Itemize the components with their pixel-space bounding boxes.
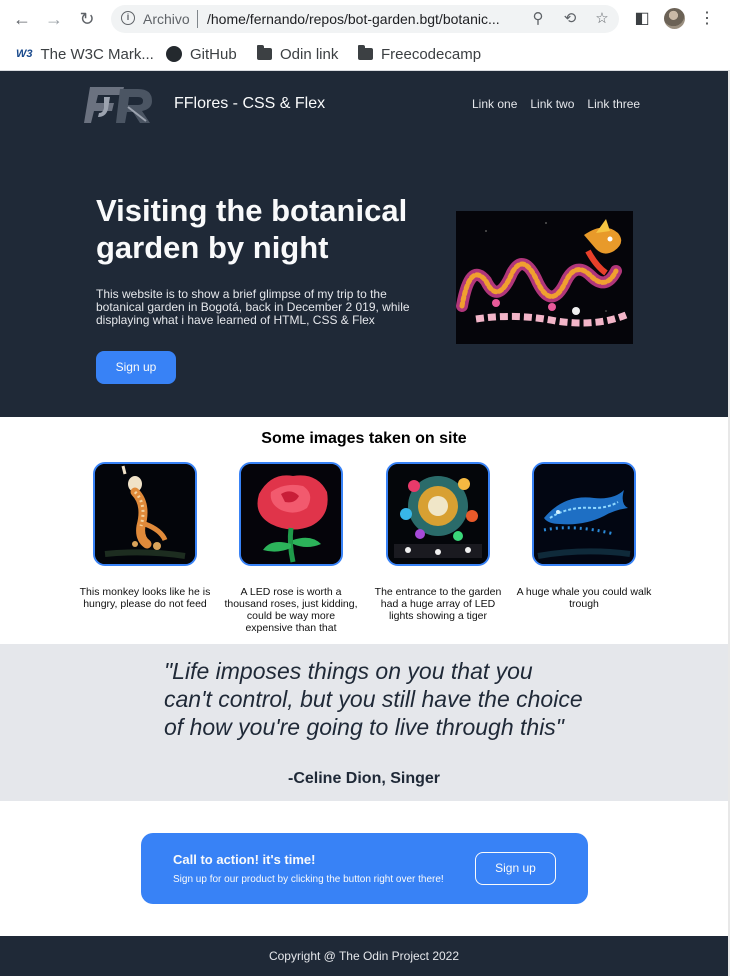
bookmark-w3c[interactable]: W3 The W3C Mark... — [16, 43, 154, 65]
image-card: A huge whale you could walk trough — [516, 462, 651, 610]
address-scheme-label: Archivo — [143, 11, 190, 27]
image-card: A LED rose is worth a thousand roses, ju… — [223, 462, 358, 634]
hero-heading: Visiting the botanical garden by night — [96, 193, 408, 265]
bookmark-label: GitHub — [190, 45, 237, 63]
folder-icon — [257, 45, 272, 60]
forward-icon[interactable]: → — [42, 7, 66, 31]
cta-signup-button[interactable]: Sign up — [475, 852, 556, 885]
address-separator — [197, 10, 198, 28]
web-page: FFlores - CSS & Flex Link one Link two L… — [0, 71, 728, 976]
hero-section: FFlores - CSS & Flex Link one Link two L… — [0, 71, 728, 417]
hero-description: This website is to show a brief glimpse … — [96, 287, 410, 327]
garden-entrance-image — [386, 462, 490, 566]
info-icon[interactable]: i — [121, 11, 135, 25]
reload-icon[interactable]: ↻ — [75, 7, 99, 31]
address-url[interactable]: /home/fernando/repos/bot-garden.bgt/bota… — [207, 11, 525, 27]
cta-title: Call to action! it's time! — [173, 852, 316, 867]
back-icon[interactable]: ← — [10, 7, 34, 31]
card-caption: The entrance to the garden had a huge ar… — [374, 586, 502, 622]
monkey-lantern-image — [93, 462, 197, 566]
footer-copyright: Copyright @ The Odin Project 2022 — [268, 949, 460, 963]
w3c-icon: W3 — [16, 48, 33, 60]
side-panel-icon[interactable]: ◧ — [631, 8, 653, 30]
image-card: The entrance to the garden had a huge ar… — [370, 462, 501, 622]
call-to-action-box: Call to action! it's time! Sign up for o… — [141, 833, 588, 904]
whale-lantern-image — [532, 462, 636, 566]
bookmark-label: Odin link — [280, 45, 339, 63]
browser-toolbar: ← → ↻ i Archivo /home/fernando/repos/bot… — [0, 0, 730, 38]
folder-icon — [358, 45, 373, 60]
site-logo — [84, 87, 152, 123]
bookmark-github[interactable]: GitHub — [166, 43, 237, 65]
card-caption: A huge whale you could walk trough — [516, 586, 652, 610]
card-caption: A LED rose is worth a thousand roses, ju… — [224, 586, 358, 634]
zoom-icon[interactable]: ⚲ — [529, 10, 547, 28]
quote-author: -Celine Dion, Singer — [288, 770, 441, 787]
bookmark-freecodecamp[interactable]: Freecodecamp — [358, 43, 481, 65]
image-card: This monkey looks like he is hungry, ple… — [77, 462, 210, 610]
cta-text: Sign up for our product by clicking the … — [173, 874, 444, 885]
bookmark-odin-link[interactable]: Odin link — [257, 43, 338, 65]
quote-text: "Life imposes things on you that you can… — [164, 658, 583, 740]
rose-lantern-image — [239, 462, 343, 566]
top-nav: Link one Link two Link three — [472, 97, 640, 111]
bookmarks-bar: W3 The W3C Mark... GitHub Odin link Free… — [0, 38, 730, 71]
share-icon[interactable]: ⟲ — [561, 10, 579, 28]
site-title: FFlores - CSS & Flex — [174, 95, 326, 112]
footer: Copyright @ The Odin Project 2022 — [0, 936, 728, 976]
card-caption: This monkey looks like he is hungry, ple… — [79, 586, 211, 610]
github-icon — [166, 46, 182, 62]
bookmark-star-icon[interactable]: ☆ — [593, 10, 611, 28]
bookmark-label: The W3C Mark... — [40, 45, 154, 63]
nav-link-two[interactable]: Link two — [530, 97, 574, 111]
hero-signup-button[interactable]: Sign up — [96, 351, 176, 384]
menu-kebab-icon[interactable]: ⋮ — [696, 8, 718, 30]
dragon-lantern-image — [456, 211, 633, 344]
avatar[interactable] — [664, 8, 685, 29]
info-section-title: Some images taken on site — [261, 430, 467, 447]
address-bar[interactable]: i Archivo /home/fernando/repos/bot-garde… — [111, 5, 619, 33]
bookmark-label: Freecodecamp — [381, 45, 482, 63]
nav-link-three[interactable]: Link three — [587, 97, 640, 111]
nav-link-one[interactable]: Link one — [472, 97, 517, 111]
quote-section: "Life imposes things on you that you can… — [0, 644, 728, 801]
